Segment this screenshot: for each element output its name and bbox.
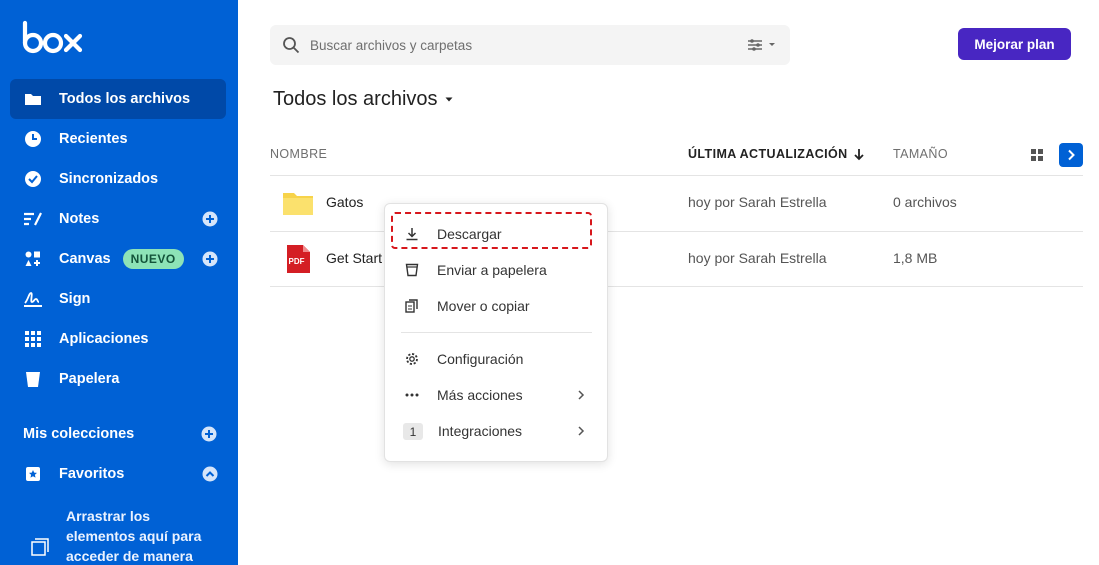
- check-circle-icon: [23, 169, 43, 189]
- menu-item-label: Configuración: [437, 351, 524, 367]
- integrations-count-badge: 1: [403, 423, 423, 440]
- sidebar-item-recent[interactable]: Recientes: [10, 119, 226, 159]
- menu-item-label: Enviar a papelera: [437, 262, 547, 278]
- copy-icon: [405, 299, 418, 313]
- clock-icon: [23, 129, 43, 149]
- folder-icon: [283, 193, 313, 215]
- menu-item-trash[interactable]: Enviar a papelera: [385, 252, 607, 288]
- canvas-icon: [23, 249, 43, 269]
- file-size: 0 archivos: [893, 194, 957, 210]
- sidebar-item-label: Papelera: [59, 371, 120, 387]
- page-title-label: Todos los archivos: [273, 87, 438, 110]
- menu-item-settings[interactable]: Configuración: [385, 341, 607, 377]
- sidebar-item-label: Todos los archivos: [59, 91, 191, 107]
- file-name[interactable]: Get Start: [326, 250, 382, 266]
- more-dots-icon: [405, 393, 419, 397]
- menu-separator: [401, 332, 592, 333]
- column-header-name[interactable]: NOMBRE: [270, 147, 327, 161]
- sidebar-item-favorites[interactable]: Favoritos: [10, 454, 226, 494]
- sidebar-item-label: Sign: [59, 291, 91, 307]
- file-name[interactable]: Gatos: [326, 194, 363, 210]
- drop-target-icon: [31, 538, 49, 556]
- sidebar-item-trash[interactable]: Papelera: [10, 359, 226, 399]
- menu-item-move-copy[interactable]: Mover o copiar: [385, 288, 607, 324]
- sidebar-item-label: Recientes: [59, 131, 128, 147]
- gear-icon: [406, 353, 418, 365]
- chevron-down-icon: [445, 97, 453, 102]
- star-box-icon: [23, 464, 43, 484]
- sidebar-toggle-button[interactable]: [1059, 143, 1083, 167]
- sidebar-item-label: Canvas: [59, 251, 111, 267]
- search-bar[interactable]: [270, 25, 790, 65]
- add-collection-icon[interactable]: [201, 426, 217, 442]
- collections-section[interactable]: Mis colecciones: [23, 424, 219, 444]
- menu-item-label: Mover o copiar: [437, 298, 530, 314]
- sidebar-item-label: Aplicaciones: [59, 331, 149, 347]
- svg-text:PDF: PDF: [289, 257, 305, 266]
- sidebar-item-canvas[interactable]: Canvas NUEVO: [10, 239, 226, 279]
- file-updated: hoy por Sarah Estrella: [688, 194, 827, 210]
- chevron-right-icon: [1068, 149, 1075, 161]
- collections-title: Mis colecciones: [23, 426, 135, 442]
- menu-item-label: Integraciones: [438, 423, 523, 439]
- new-badge: NUEVO: [122, 249, 184, 269]
- collapse-chevron-icon[interactable]: [202, 466, 218, 482]
- file-updated: hoy por Sarah Estrella: [688, 250, 827, 266]
- menu-item-integrations[interactable]: 1 Integraciones: [385, 413, 607, 449]
- highlight-box: [391, 212, 592, 249]
- search-input[interactable]: [310, 33, 730, 57]
- pdf-file-icon: PDF: [287, 245, 310, 273]
- sidebar-item-synced[interactable]: Sincronizados: [10, 159, 226, 199]
- column-header-updated-label: ÚLTIMA ACTUALIZACIÓN: [688, 147, 848, 161]
- sign-icon: [23, 289, 43, 309]
- page-title[interactable]: Todos los archivos: [273, 86, 454, 112]
- sort-down-arrow-icon: [853, 148, 864, 160]
- grid-view-icon[interactable]: [1030, 148, 1044, 162]
- add-canvas-icon[interactable]: [202, 251, 218, 267]
- trash-icon: [405, 263, 419, 277]
- column-header-size[interactable]: TAMAÑO: [893, 147, 948, 161]
- filter-options-icon[interactable]: [746, 38, 778, 52]
- chevron-right-icon: [578, 426, 585, 436]
- chevron-right-icon: [578, 390, 585, 400]
- box-logo[interactable]: [22, 20, 86, 56]
- add-note-icon[interactable]: [202, 211, 218, 227]
- sidebar-item-apps[interactable]: Aplicaciones: [10, 319, 226, 359]
- folder-icon: [23, 89, 43, 109]
- drop-hint-text: Arrastrar los elementos aquí para accede…: [66, 508, 202, 564]
- menu-item-more-actions[interactable]: Más acciones: [385, 377, 607, 413]
- favorites-label: Favoritos: [59, 466, 125, 482]
- sidebar-item-all-files[interactable]: Todos los archivos: [10, 79, 226, 119]
- sidebar-item-sign[interactable]: Sign: [10, 279, 226, 319]
- sidebar-item-label: Sincronizados: [59, 171, 159, 187]
- sidebar-item-notes[interactable]: Notes: [10, 199, 226, 239]
- search-icon: [283, 37, 300, 54]
- apps-grid-icon: [23, 329, 43, 349]
- sidebar-nav: Todos los archivos Recientes Sincronizad…: [10, 79, 226, 399]
- menu-item-label: Más acciones: [437, 387, 523, 403]
- sidebar: Todos los archivos Recientes Sincronizad…: [0, 0, 238, 565]
- file-size: 1,8 MB: [893, 250, 938, 266]
- notes-icon: [23, 209, 43, 229]
- trash-icon: [23, 369, 43, 389]
- sidebar-item-label: Notes: [59, 211, 100, 227]
- upgrade-plan-button[interactable]: Mejorar plan: [958, 28, 1071, 60]
- column-header-updated[interactable]: ÚLTIMA ACTUALIZACIÓN: [688, 147, 865, 161]
